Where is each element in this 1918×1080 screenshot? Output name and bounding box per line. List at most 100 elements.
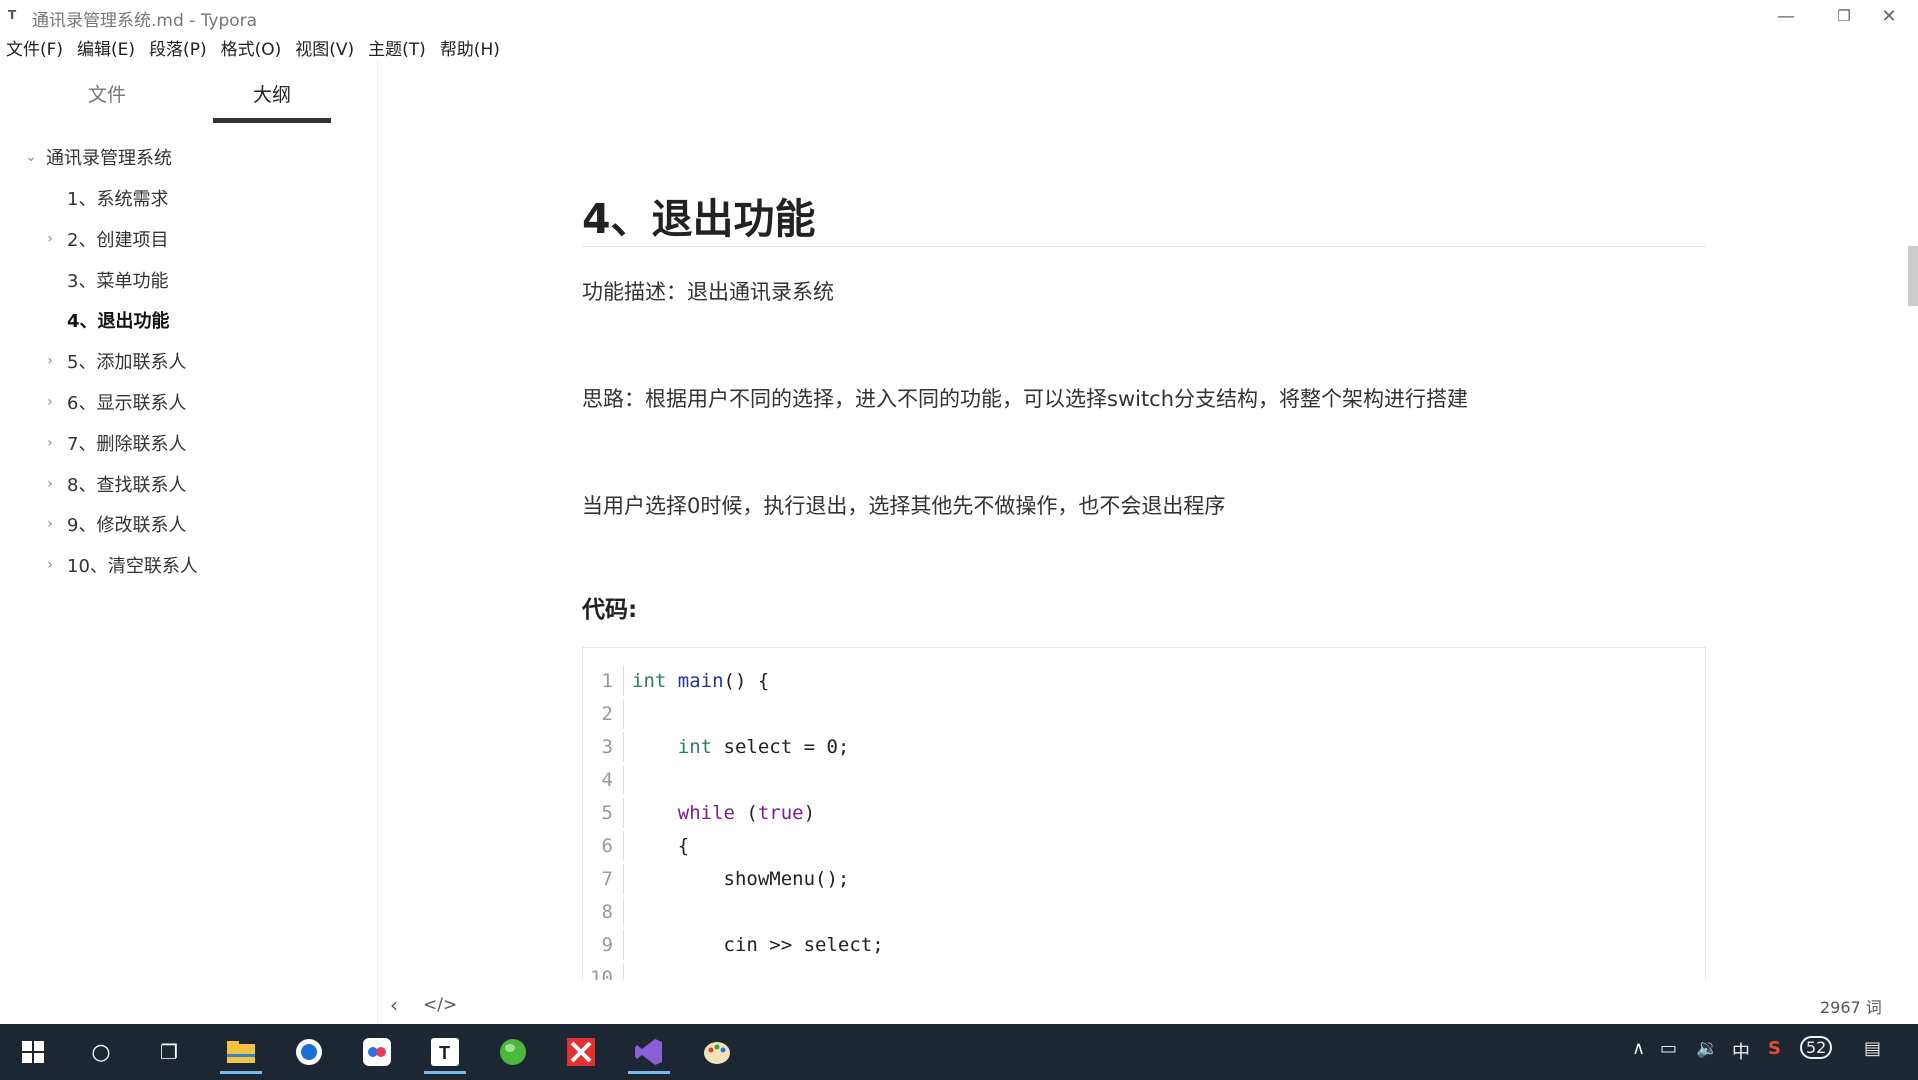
outline-root[interactable]: ⌄ 通讯录管理系统 xyxy=(22,142,172,172)
outline-item[interactable]: › 8、查找联系人 xyxy=(41,469,186,499)
active-indicator xyxy=(628,1071,670,1074)
chevron-right-icon[interactable]: › xyxy=(41,435,59,451)
chevron-right-icon[interactable]: › xyxy=(41,516,59,532)
taskbar-file-explorer[interactable] xyxy=(216,1030,266,1074)
paragraph-description: 功能描述：退出通讯录系统 xyxy=(582,280,834,304)
heading-divider xyxy=(582,246,1706,247)
chevron-right-icon[interactable]: › xyxy=(41,476,59,492)
cortana-circle-icon: ○ xyxy=(91,1039,111,1065)
close-button[interactable]: ✕ xyxy=(1860,0,1918,32)
sidebar: 文件 大纲 ⌄ 通讯录管理系统 1、系统需求 › 2、创建项目 3、菜单功能 4、退出功… xyxy=(0,62,378,1024)
menu-view[interactable]: 视图(V) xyxy=(295,35,354,60)
outline-item[interactable]: 4、退出功能 xyxy=(41,305,170,335)
chevron-down-icon[interactable]: ⌄ xyxy=(22,149,40,165)
outline-item[interactable]: › 7、删除联系人 xyxy=(41,428,186,458)
close-icon: ✕ xyxy=(1881,5,1897,27)
svg-text:T: T xyxy=(439,1043,450,1063)
outline-item-label: 5、添加联系人 xyxy=(67,352,187,374)
taskbar-browser[interactable] xyxy=(284,1030,334,1074)
outline-item-label: 6、显示联系人 xyxy=(67,393,187,414)
menu-paragraph[interactable]: 段落(P) xyxy=(149,35,207,60)
taskbar-visual-studio[interactable] xyxy=(624,1030,674,1074)
taskbar-typora[interactable]: T xyxy=(420,1030,470,1074)
start-button[interactable] xyxy=(8,1030,58,1074)
code-text xyxy=(623,765,632,795)
chevron-right-icon[interactable]: › xyxy=(41,353,59,369)
xmind-icon xyxy=(567,1038,595,1066)
search-button[interactable]: ○ xyxy=(76,1030,126,1074)
outline-item-label: 8、查找联系人 xyxy=(67,474,187,496)
menu-help[interactable]: 帮助(H) xyxy=(440,35,500,60)
menu-format[interactable]: 格式(O) xyxy=(221,35,282,60)
window-title: 通讯录管理系统.md - Typora xyxy=(32,11,258,31)
folder-icon xyxy=(227,1041,255,1063)
line-number: 7 xyxy=(601,868,613,890)
chevron-right-icon[interactable]: › xyxy=(41,557,59,573)
paragraph-approach: 思路：根据用户不同的选择，进入不同的功能，可以选择switch分支结构，将整个架… xyxy=(582,387,1469,411)
minimize-icon: — xyxy=(1777,5,1795,27)
menu-edit[interactable]: 编辑(E) xyxy=(77,35,135,60)
volume-icon[interactable]: 🔉 xyxy=(1696,1038,1718,1059)
code-text: int select = 0; xyxy=(623,732,849,762)
line-number: 6 xyxy=(601,835,613,857)
chevron-left-icon[interactable]: ‹ xyxy=(390,993,398,1017)
paragraph-exit-note: 当用户选择0时候，执行退出，选择其他先不做操作，也不会退出程序 xyxy=(582,494,1226,518)
outline-item[interactable]: › 2、创建项目 xyxy=(41,224,168,254)
tab-outline[interactable]: 大纲 xyxy=(212,80,332,114)
outline-item-label: 2、创建项目 xyxy=(67,229,169,251)
menu-bar: 文件(F) 编辑(E) 段落(P) 格式(O) 视图(V) 主题(T) 帮助(H… xyxy=(0,32,1918,62)
code-text xyxy=(623,699,632,729)
taskbar-green-app[interactable] xyxy=(488,1030,538,1074)
outline-item[interactable]: 1、系统需求 xyxy=(41,183,168,213)
outline-item[interactable]: › 6、显示联系人 xyxy=(41,387,186,417)
code-block[interactable]: 1 int main() {2 3 int select = 0; 4 5 while … xyxy=(582,647,1706,980)
outline-item[interactable]: › 9、修改联系人 xyxy=(41,509,186,539)
outline-item[interactable]: › 10、清空联系人 xyxy=(41,550,198,580)
line-number: 2 xyxy=(601,703,613,725)
tray-badge[interactable]: 52 xyxy=(1800,1036,1833,1059)
taskbar-paint[interactable] xyxy=(692,1030,742,1074)
line-number: 1 xyxy=(601,670,613,692)
outline-item[interactable]: 3、菜单功能 xyxy=(41,265,168,295)
tray-expand-icon[interactable]: ∧ xyxy=(1632,1038,1645,1059)
notification-center-icon[interactable]: ▤ xyxy=(1864,1038,1881,1059)
menu-file[interactable]: 文件(F) xyxy=(6,35,63,60)
menu-theme[interactable]: 主题(T) xyxy=(368,35,426,60)
code-heading: 代码: xyxy=(582,597,638,623)
taskbar-baidu-netdisk[interactable] xyxy=(352,1030,402,1074)
tab-files[interactable]: 文件 xyxy=(47,80,167,114)
code-text: while (true) xyxy=(623,798,815,828)
cloud-app-icon xyxy=(363,1038,391,1066)
line-number: 9 xyxy=(601,934,613,956)
code-text xyxy=(623,897,632,927)
code-line: 4 xyxy=(583,765,632,795)
minimize-button[interactable]: — xyxy=(1757,0,1815,32)
outline-item-label: 9、修改联系人 xyxy=(67,515,187,537)
chevron-right-icon[interactable]: › xyxy=(41,231,59,247)
active-tab-indicator xyxy=(213,118,331,123)
code-line: 10 xyxy=(583,963,632,980)
code-text: cin >> select; xyxy=(623,930,884,960)
word-count[interactable]: 2967 词 xyxy=(1820,994,1882,1018)
code-text: showMenu(); xyxy=(623,864,849,894)
code-text: int main() { xyxy=(623,666,769,696)
code-line: 1 int main() { xyxy=(583,666,769,696)
outline-item[interactable]: › 5、添加联系人 xyxy=(41,346,186,376)
taskbar-xmind[interactable] xyxy=(556,1030,606,1074)
code-line: 3 int select = 0; xyxy=(583,732,849,762)
task-view-button[interactable]: ❐ xyxy=(144,1030,194,1074)
title-bar xyxy=(0,0,1918,32)
code-line: 8 xyxy=(583,897,632,927)
network-icon[interactable]: ▭ xyxy=(1660,1038,1677,1059)
source-code-mode-icon[interactable]: </> xyxy=(423,995,457,1015)
sogou-ime-icon[interactable]: S xyxy=(1768,1038,1781,1059)
active-indicator xyxy=(220,1071,262,1074)
outline-item-label: 10、清空联系人 xyxy=(67,556,198,578)
chevron-right-icon[interactable]: › xyxy=(41,394,59,410)
ime-indicator[interactable]: 中 xyxy=(1732,1038,1750,1064)
code-line: 6 { xyxy=(583,831,689,861)
line-number: 10 xyxy=(590,967,613,980)
line-number: 8 xyxy=(601,901,613,923)
scrollbar-thumb[interactable] xyxy=(1908,246,1918,306)
task-view-icon: ❐ xyxy=(160,1040,178,1064)
